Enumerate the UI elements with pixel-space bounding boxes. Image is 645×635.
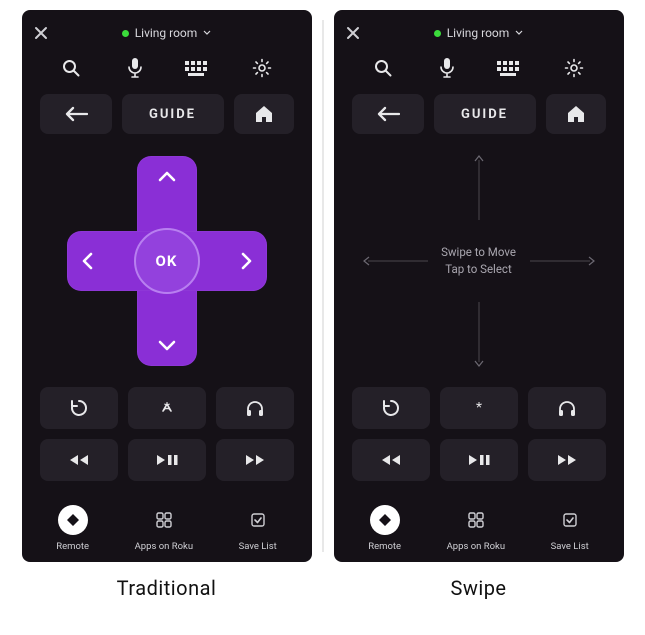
chevron-down-icon — [515, 30, 523, 36]
apps-icon — [149, 505, 179, 535]
ok-label: OK — [156, 252, 178, 270]
nav-remote-label: Remote — [368, 541, 401, 552]
home-button[interactable] — [234, 94, 294, 134]
online-dot-icon — [122, 30, 129, 37]
swipe-pad[interactable]: Swipe to Move Tap to Select — [364, 156, 594, 366]
guide-button[interactable]: GUIDE — [122, 94, 224, 134]
search-icon[interactable] — [365, 54, 401, 82]
gear-icon[interactable] — [244, 54, 280, 82]
device-name: Living room — [135, 26, 198, 40]
nav-save-label: Save List — [551, 541, 589, 552]
arrow-up-icon — [474, 155, 484, 162]
nav-apps-label: Apps on Roku — [135, 541, 193, 552]
remote-icon — [58, 505, 88, 535]
close-icon[interactable] — [34, 26, 52, 40]
fast-forward-button[interactable] — [528, 439, 606, 481]
arrow-right-icon — [588, 256, 595, 266]
nav-apps[interactable]: Apps on Roku — [447, 505, 505, 552]
caption-swipe: Swipe — [334, 576, 624, 600]
replay-button[interactable] — [352, 387, 430, 429]
close-icon[interactable] — [346, 26, 364, 40]
options-button[interactable]: * — [128, 387, 206, 429]
gear-icon[interactable] — [556, 54, 592, 82]
svg-text:*: * — [163, 400, 169, 416]
save-list-icon — [243, 505, 273, 535]
keyboard-icon[interactable] — [180, 54, 216, 82]
play-pause-button[interactable] — [128, 439, 206, 481]
back-button[interactable] — [40, 94, 112, 134]
back-button[interactable] — [352, 94, 424, 134]
chevron-down-icon — [203, 30, 211, 36]
nav-save-label: Save List — [239, 541, 277, 552]
remote-icon — [370, 505, 400, 535]
headphones-button[interactable] — [216, 387, 294, 429]
nav-remote[interactable]: Remote — [368, 505, 401, 552]
home-button[interactable] — [546, 94, 606, 134]
nav-remote[interactable]: Remote — [56, 505, 89, 552]
swipe-hint: Swipe to Move Tap to Select — [441, 243, 516, 278]
guide-label: GUIDE — [149, 107, 196, 122]
device-selector[interactable]: Living room — [364, 26, 594, 40]
replay-button[interactable] — [40, 387, 118, 429]
guide-button[interactable]: GUIDE — [434, 94, 536, 134]
ok-button[interactable]: OK — [134, 228, 200, 294]
dpad: OK — [67, 156, 267, 366]
swipe-guide-line — [530, 260, 590, 261]
swipe-guide-line — [478, 160, 479, 220]
rewind-button[interactable] — [40, 439, 118, 481]
search-icon[interactable] — [53, 54, 89, 82]
options-button[interactable]: * — [440, 387, 518, 429]
save-list-icon — [555, 505, 585, 535]
mic-icon[interactable] — [117, 54, 153, 82]
play-pause-button[interactable] — [440, 439, 518, 481]
headphones-button[interactable] — [528, 387, 606, 429]
swipe-guide-line — [368, 260, 428, 261]
nav-apps-label: Apps on Roku — [447, 541, 505, 552]
panel-divider — [322, 20, 323, 552]
nav-save-list[interactable]: Save List — [551, 505, 589, 552]
remote-panel-traditional: Living room — [22, 10, 312, 562]
keyboard-icon[interactable] — [492, 54, 528, 82]
rewind-button[interactable] — [352, 439, 430, 481]
device-selector[interactable]: Living room — [52, 26, 282, 40]
swipe-hint-line1: Swipe to Move — [441, 243, 516, 260]
nav-save-list[interactable]: Save List — [239, 505, 277, 552]
mic-icon[interactable] — [429, 54, 465, 82]
swipe-hint-line2: Tap to Select — [441, 261, 516, 278]
fast-forward-button[interactable] — [216, 439, 294, 481]
remote-panel-swipe: Living room — [334, 10, 624, 562]
nav-apps[interactable]: Apps on Roku — [135, 505, 193, 552]
nav-remote-label: Remote — [56, 541, 89, 552]
arrow-down-icon — [474, 360, 484, 367]
apps-icon — [461, 505, 491, 535]
swipe-guide-line — [478, 302, 479, 362]
guide-label: GUIDE — [461, 107, 508, 122]
arrow-left-icon — [363, 256, 370, 266]
device-name: Living room — [447, 26, 510, 40]
svg-text:*: * — [475, 400, 481, 416]
online-dot-icon — [434, 30, 441, 37]
caption-traditional: Traditional — [22, 576, 312, 600]
